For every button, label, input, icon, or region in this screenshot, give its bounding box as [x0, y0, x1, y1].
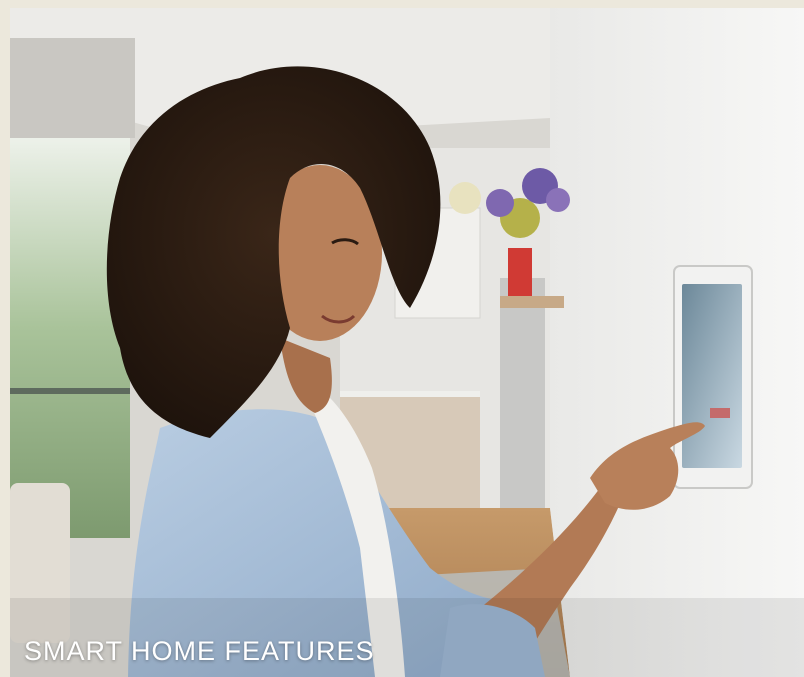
wall-tablet [673, 265, 753, 489]
caption-title: SMART HOME FEATURES [24, 636, 375, 666]
image-frame: SMART HOME FEATURES [0, 0, 804, 677]
photo-illustration [10, 8, 804, 677]
smart-home-photo [10, 8, 804, 677]
